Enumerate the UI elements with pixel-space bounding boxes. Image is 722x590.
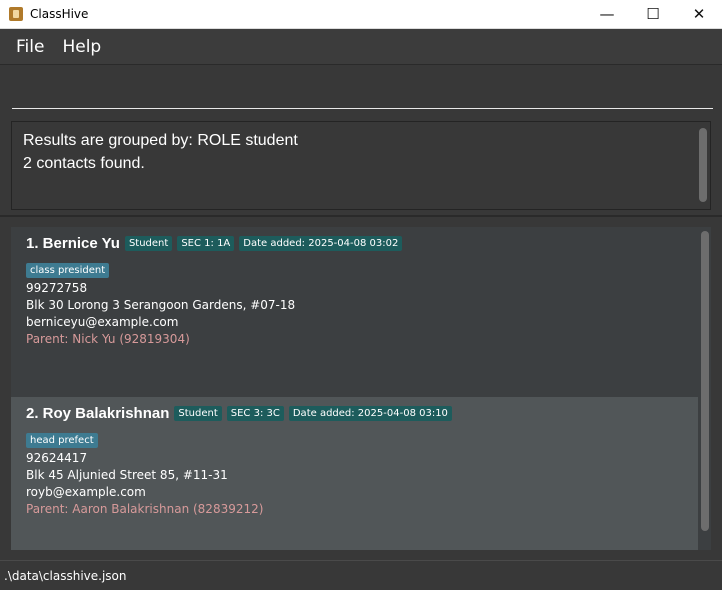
class-badge: SEC 3: 3C <box>226 406 284 421</box>
contact-parent: Parent: Aaron Balakrishnan (82839212) <box>26 502 264 516</box>
list-scrollbar[interactable] <box>701 231 709 531</box>
menu-file[interactable]: File <box>8 37 52 57</box>
contact-parent: Parent: Nick Yu (92819304) <box>26 332 190 346</box>
contact-name: 2. Roy Balakrishnan <box>26 405 170 422</box>
close-icon[interactable]: ✕ <box>676 0 722 29</box>
result-grouping-text: Results are grouped by: ROLE student <box>23 132 298 149</box>
tag-list: head prefect <box>26 428 683 448</box>
window-controls: — ☐ ✕ <box>584 0 722 29</box>
menu-help[interactable]: Help <box>54 37 109 57</box>
result-count-text: 2 contacts found. <box>23 155 145 172</box>
contact-card[interactable]: 1. Bernice Yu Student SEC 1: 1A Date add… <box>11 227 698 397</box>
contact-email: royb@example.com <box>26 485 146 499</box>
contact-email: berniceyu@example.com <box>26 315 179 329</box>
app-icon <box>9 7 23 21</box>
status-bar: .\data\classhive.json <box>0 560 722 590</box>
date-added-badge: Date added: 2025-04-08 03:10 <box>288 406 452 421</box>
contact-name: 1. Bernice Yu <box>26 235 120 252</box>
contact-list: 1. Bernice Yu Student SEC 1: 1A Date add… <box>11 227 711 550</box>
role-badge: Student <box>124 236 173 251</box>
tag-list: class president <box>26 258 683 278</box>
command-input[interactable] <box>12 73 713 109</box>
contact-phone: 92624417 <box>26 451 88 465</box>
date-added-badge: Date added: 2025-04-08 03:02 <box>239 236 403 251</box>
divider <box>0 215 722 217</box>
result-display: Results are grouped by: ROLE student 2 c… <box>11 121 711 210</box>
role-badge: Student <box>174 406 222 421</box>
window-title: ClassHive <box>30 7 89 21</box>
maximize-icon[interactable]: ☐ <box>630 0 676 29</box>
card-header: 2. Roy Balakrishnan Student SEC 3: 3C Da… <box>26 405 683 422</box>
contact-address: Blk 45 Aljunied Street 85, #11-31 <box>26 468 228 482</box>
app-window: ClassHive — ☐ ✕ File Help Results are gr… <box>0 0 722 590</box>
minimize-icon[interactable]: — <box>584 0 630 29</box>
contact-phone: 99272758 <box>26 281 88 295</box>
data-file-path: .\data\classhive.json <box>4 568 127 583</box>
title-bar: ClassHive — ☐ ✕ <box>0 0 722 29</box>
contact-address: Blk 30 Lorong 3 Serangoon Gardens, #07-1… <box>26 298 296 312</box>
menu-bar: File Help <box>0 29 722 65</box>
card-header: 1. Bernice Yu Student SEC 1: 1A Date add… <box>26 235 683 252</box>
contact-card-selected[interactable]: 2. Roy Balakrishnan Student SEC 3: 3C Da… <box>11 397 698 550</box>
tag: head prefect <box>26 433 98 448</box>
command-box <box>0 65 722 117</box>
class-badge: SEC 1: 1A <box>177 236 235 251</box>
result-scrollbar[interactable] <box>699 128 707 202</box>
tag: class president <box>26 263 110 278</box>
